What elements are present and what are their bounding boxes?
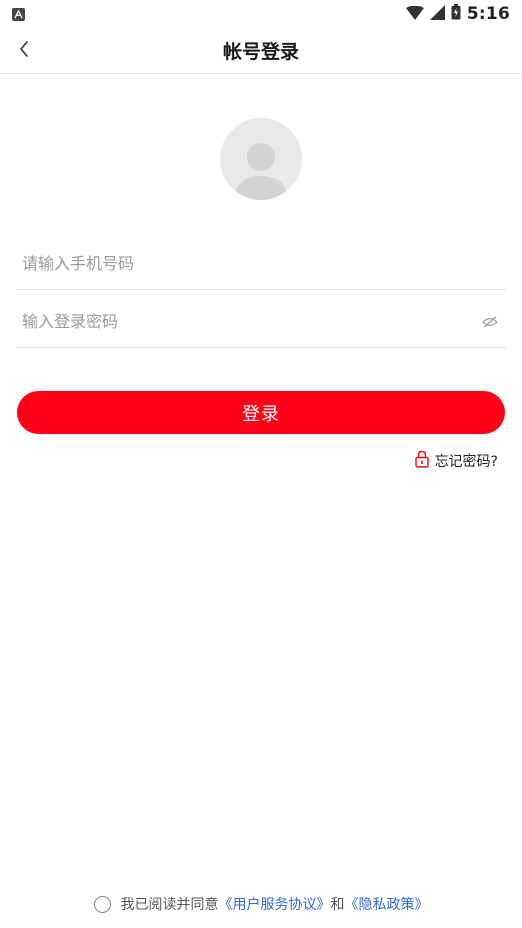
user-agreement-link[interactable]: 《用户服务协议》 — [219, 894, 331, 914]
battery-icon — [451, 4, 461, 24]
status-bar-left — [12, 7, 25, 21]
chevron-left-icon — [18, 40, 30, 62]
phone-field — [16, 238, 506, 290]
notification-a-icon — [12, 7, 25, 21]
privacy-policy-link[interactable]: 《隐私政策》 — [345, 894, 429, 914]
password-field — [16, 296, 506, 348]
agreement-checkbox[interactable] — [93, 895, 111, 913]
password-input[interactable] — [16, 296, 506, 347]
default-avatar-icon — [234, 143, 288, 200]
agreement-row: 我已阅读并同意 《用户服务协议》 和 《隐私政策》 — [0, 892, 522, 916]
cell-signal-icon — [429, 4, 445, 24]
login-button[interactable]: 登录 — [17, 391, 505, 434]
avatar — [220, 118, 302, 200]
forgot-password-label: 忘记密码? — [434, 454, 498, 470]
status-time: 5:16 — [466, 4, 510, 24]
password-visibility-toggle[interactable] — [480, 313, 500, 331]
page-title: 帐号登录 — [222, 41, 299, 63]
status-bar: 5:16 — [0, 0, 522, 28]
status-bar-right: 5:16 — [405, 4, 510, 24]
agreement-conjunction: 和 — [330, 897, 345, 913]
lock-icon — [414, 450, 429, 472]
wifi-icon — [405, 5, 424, 24]
app-header: 帐号登录 — [0, 28, 522, 74]
forgot-password-link[interactable]: 忘记密码? — [414, 450, 498, 472]
phone-input[interactable] — [16, 238, 506, 289]
agreement-prefix: 我已阅读并同意 — [120, 897, 219, 913]
back-button[interactable] — [10, 36, 38, 66]
eye-hidden-icon — [482, 316, 498, 328]
login-screen: 5:16 帐号登录 登录 — [0, 0, 522, 928]
